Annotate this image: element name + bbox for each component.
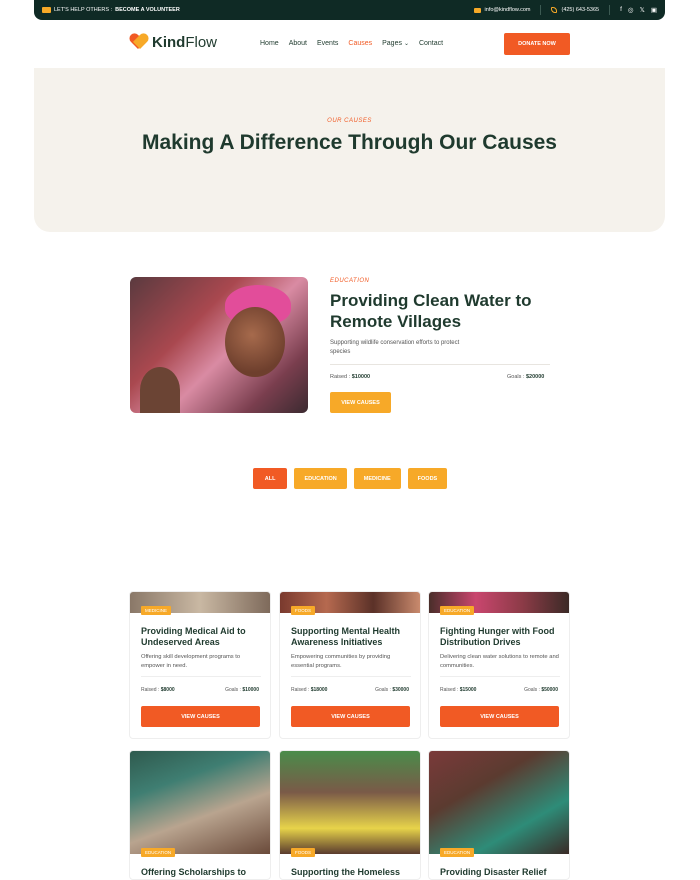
volunteer-link[interactable]: BECOME A VOLUNTEER [115,7,180,13]
email-text[interactable]: info@kindflow.com [485,7,531,13]
donate-button[interactable]: DONATE NOW [504,33,570,55]
card-title[interactable]: Providing Disaster Relief [440,867,562,878]
top-bar: LET'S HELP OTHERS : BECOME A VOLUNTEER i… [34,0,665,20]
filter-all[interactable]: ALL [252,468,288,489]
cause-image [130,751,270,854]
category-badge: FOODS [291,606,316,615]
phone-icon [551,7,558,13]
hero-eyebrow: OUR CAUSES [327,118,372,124]
x-icon[interactable]: 𝕏 [640,6,645,14]
linkedin-icon[interactable]: ▣ [651,6,657,14]
cause-card: FOODS Supporting the Homeless [279,750,421,880]
divider [330,364,550,365]
social-links: f ◎ 𝕏 ▣ [620,6,657,14]
featured-title[interactable]: Providing Clean Water to Remote Villages [330,290,550,332]
category-badge: EDUCATION [141,848,176,857]
nav-pages[interactable]: Pages [382,40,402,47]
mail-icon [473,7,481,13]
email-contact[interactable]: info@kindflow.com [473,7,531,13]
card-title[interactable]: Fighting Hunger with Food Distribution D… [440,626,562,648]
cause-card: EDUCATION Offering Scholarships to [129,750,271,880]
cause-image [429,751,569,854]
card-description: Delivering clean water solutions to remo… [440,654,559,669]
nav-home[interactable]: Home [260,40,279,47]
nav-contact[interactable]: Contact [419,40,443,47]
instagram-icon[interactable]: ◎ [628,6,634,14]
featured-image [130,277,308,413]
nav-pages-item[interactable]: Pages ⌄ [382,40,409,47]
card-goals: Goals : $30000 [375,687,409,693]
card-description: Empowering communities by providing esse… [291,654,391,669]
phone-text[interactable]: (425) 643-5365 [561,7,599,13]
card-title[interactable]: Providing Medical Aid to Undeserved Area… [141,626,263,648]
view-causes-button[interactable]: VIEW CAUSES [291,706,410,727]
cause-card: FOODS Supporting Mental Health Awareness… [279,591,421,739]
cause-card: MEDICINE Providing Medical Aid to Undese… [129,591,271,739]
card-raised: Raised : $15000 [440,687,477,693]
facebook-icon[interactable]: f [620,6,622,14]
cause-card: EDUCATION Fighting Hunger with Food Dist… [428,591,570,739]
card-raised: Raised : $18000 [291,687,328,693]
page-hero: OUR CAUSES Making A Difference Through O… [34,68,665,232]
people-icon [42,7,51,13]
nav-events[interactable]: Events [317,40,338,47]
phone-contact[interactable]: (425) 643-5365 [551,7,599,13]
brand-name-bold: Kind [152,34,186,51]
cause-card: EDUCATION Providing Disaster Relief [428,750,570,880]
page-title: Making A Difference Through Our Causes [141,131,557,154]
card-raised: Raised : $8000 [141,687,175,693]
view-causes-button[interactable]: VIEW CAUSES [440,706,559,727]
card-goals: Goals : $50000 [524,687,558,693]
featured-category: EDUCATION [330,278,370,284]
category-badge: EDUCATION [440,848,475,857]
help-banner: LET'S HELP OTHERS : BECOME A VOLUNTEER [42,7,180,13]
filter-medicine[interactable]: MEDICINE [353,468,401,489]
filter-foods[interactable]: FOODS [407,468,448,489]
logo[interactable]: KindFlow [130,34,217,51]
category-badge: EDUCATION [440,606,475,615]
featured-description: Supporting wildlife conservation efforts… [330,340,460,355]
nav-about[interactable]: About [289,40,307,47]
category-badge: MEDICINE [141,606,172,615]
card-goals: Goals : $10000 [225,687,259,693]
nav-causes[interactable]: Causes [348,40,372,47]
featured-raised: Raised : $10000 [330,374,371,380]
main-nav: Home About Events Causes Pages ⌄ Contact [260,40,443,47]
brand-name-light: Flow [185,34,217,51]
category-badge: FOODS [291,848,316,857]
cause-filters: ALL EDUCATION MEDICINE FOODS [0,468,700,489]
card-title[interactable]: Supporting the Homeless [291,867,413,878]
filter-education[interactable]: EDUCATION [294,468,347,489]
cause-image [280,751,420,854]
chevron-down-icon: ⌄ [403,41,409,47]
card-title[interactable]: Supporting Mental Health Awareness Initi… [291,626,413,648]
featured-view-causes-button[interactable]: VIEW CAUSES [330,392,391,413]
heart-logo-icon [130,34,148,51]
site-header: KindFlow Home About Events Causes Pages … [0,20,700,68]
divider [609,5,611,15]
view-causes-button[interactable]: VIEW CAUSES [141,706,260,727]
help-text: LET'S HELP OTHERS : [54,7,113,13]
card-description: Offering skill development programs to e… [141,654,241,669]
card-title[interactable]: Offering Scholarships to [141,867,263,878]
featured-goals: Goals : $20000 [507,374,545,380]
divider [540,5,542,15]
